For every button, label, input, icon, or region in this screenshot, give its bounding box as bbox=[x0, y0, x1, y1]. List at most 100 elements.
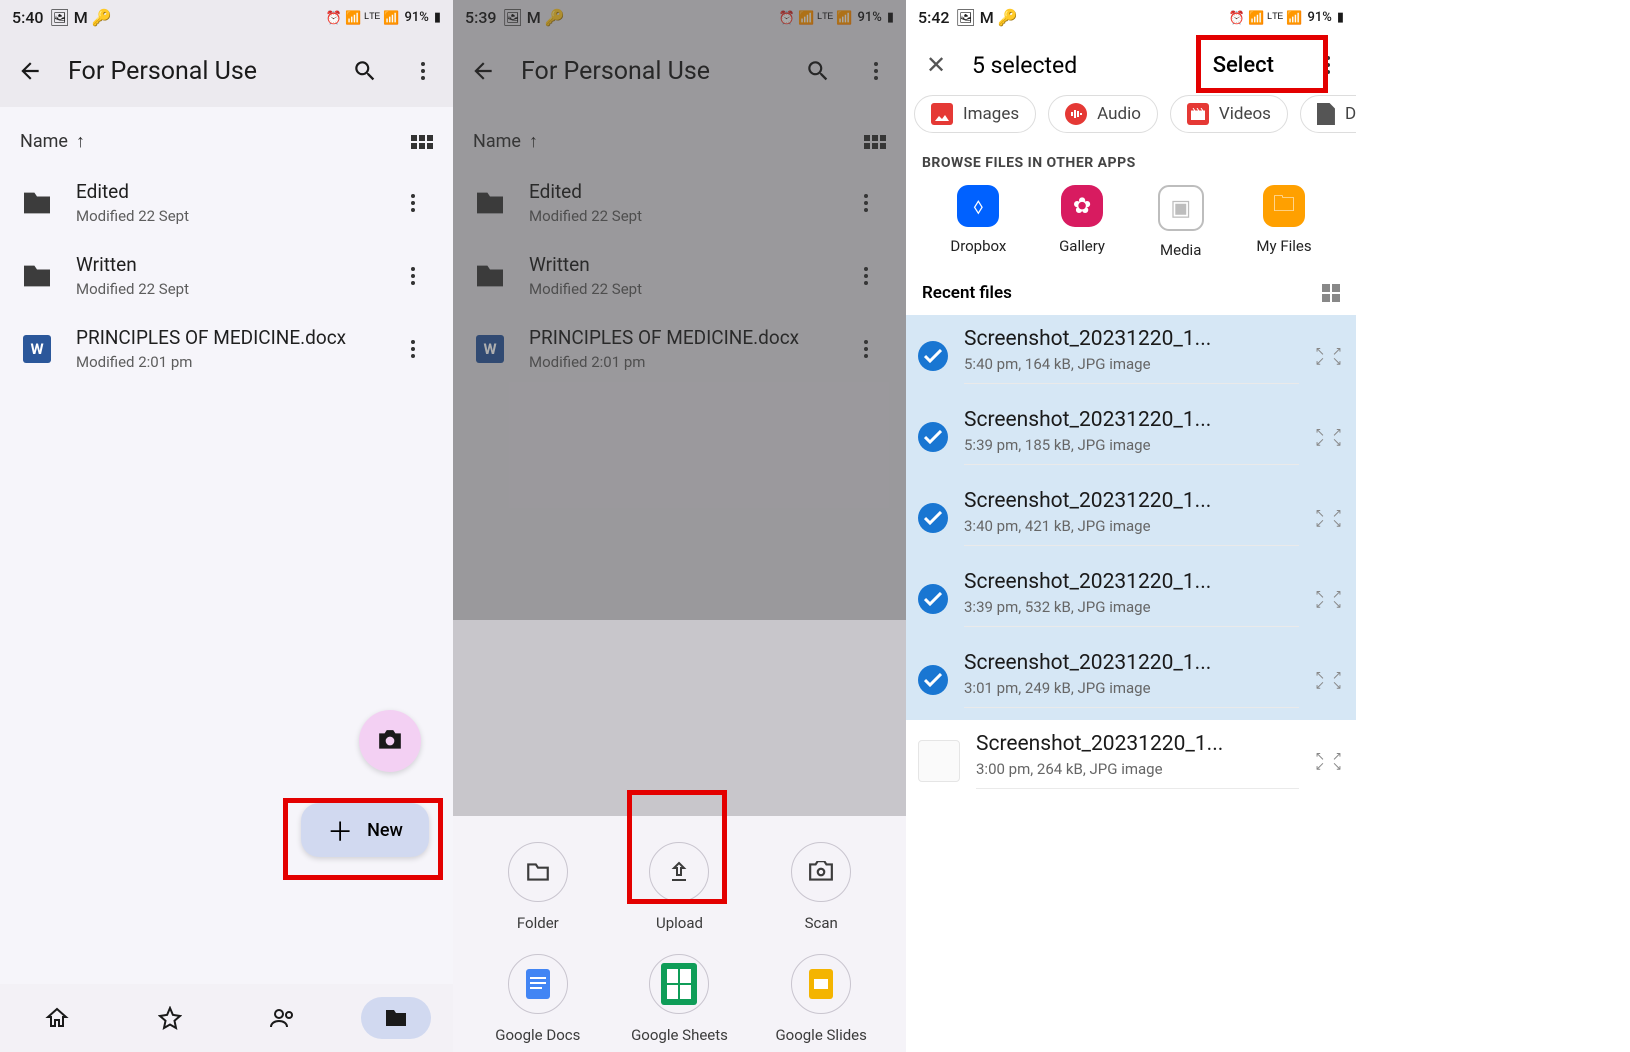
item-more-button[interactable] bbox=[846, 183, 886, 223]
filter-videos[interactable]: Videos bbox=[1170, 95, 1288, 133]
status-icons-left: 🖼 M 🔑 bbox=[503, 8, 565, 27]
recent-item[interactable]: Screenshot_20231220_1... 3:00 pm, 264 kB… bbox=[906, 720, 1356, 801]
expand-icon: ↖ ↗↙ ↘ bbox=[1315, 508, 1344, 528]
list-item[interactable]: W PRINCIPLES OF MEDICINE.docx Modified 2… bbox=[457, 312, 902, 385]
item-more-button[interactable] bbox=[393, 183, 433, 223]
checkmark-icon bbox=[918, 503, 948, 533]
recent-item[interactable]: Screenshot_20231220_1... 5:40 pm, 164 kB… bbox=[906, 315, 1356, 396]
filter-label: Images bbox=[963, 104, 1019, 124]
folder-icon bbox=[473, 189, 507, 217]
filter-row: Images Audio Videos Do bbox=[906, 91, 1356, 137]
view-toggle-button[interactable] bbox=[411, 135, 433, 149]
nav-home[interactable] bbox=[22, 997, 92, 1039]
fab-new-button[interactable]: ＋ New bbox=[301, 803, 429, 857]
app-label: Gallery bbox=[1059, 237, 1105, 255]
sheet-folder-button[interactable]: Folder bbox=[467, 842, 609, 932]
media-icon: ▣ bbox=[1158, 185, 1204, 231]
screen-new-sheet: 5:39 🖼 M 🔑 ⏰ 📶 ᴸᵀᴱ 📶 91% ▮ For Personal … bbox=[453, 0, 906, 1052]
sheet-slides-button[interactable]: Google Slides bbox=[750, 954, 892, 1044]
battery-icon: ▮ bbox=[434, 10, 441, 25]
app-grid: ⬨ Dropbox ✿ Gallery ▣ Media 🗀 My Files bbox=[906, 181, 1356, 271]
sort-button[interactable]: Name ↑ bbox=[473, 131, 538, 152]
checkmark-icon bbox=[918, 341, 948, 371]
back-button[interactable] bbox=[463, 51, 503, 91]
app-gallery[interactable]: ✿ Gallery bbox=[1059, 185, 1105, 259]
sheet-upload-button[interactable]: Upload bbox=[609, 842, 751, 932]
sort-button[interactable]: Name ↑ bbox=[20, 131, 85, 152]
sort-label: Name bbox=[473, 131, 521, 152]
status-icons-right: ⏰ 📶 ᴸᵀᴱ 📶 bbox=[779, 10, 853, 26]
word-doc-icon: W bbox=[473, 335, 507, 363]
file-name: PRINCIPLES OF MEDICINE.docx bbox=[529, 326, 824, 349]
expand-icon: ↖ ↗↙ ↘ bbox=[1315, 670, 1344, 690]
expand-icon: ↖ ↗↙ ↘ bbox=[1315, 427, 1344, 447]
recent-item[interactable]: Screenshot_20231220_1... 3:39 pm, 532 kB… bbox=[906, 558, 1356, 639]
filter-images[interactable]: Images bbox=[914, 95, 1036, 133]
gallery-icon: ✿ bbox=[1061, 185, 1103, 227]
search-button[interactable] bbox=[798, 51, 838, 91]
search-button[interactable] bbox=[345, 51, 385, 91]
view-toggle-button[interactable] bbox=[864, 135, 886, 149]
page-title: For Personal Use bbox=[521, 57, 780, 86]
folder-icon bbox=[20, 189, 54, 217]
sort-bar: Name ↑ bbox=[0, 107, 453, 166]
statusbar: 5:42 🖼 M 🔑 ⏰ 📶 ᴸᵀᴱ 📶 91% ▮ bbox=[906, 0, 1356, 35]
close-button[interactable]: ✕ bbox=[916, 45, 956, 85]
fab-new-label: New bbox=[367, 820, 403, 841]
statusbar: 5:40 🖼 M 🔑 ⏰ 📶 ᴸᵀᴱ 📶 91% ▮ bbox=[0, 0, 453, 35]
list-item[interactable]: Written Modified 22 Sept bbox=[457, 239, 902, 312]
filter-documents[interactable]: Do bbox=[1300, 95, 1356, 133]
list-item[interactable]: Edited Modified 22 Sept bbox=[457, 166, 902, 239]
recent-meta: 3:40 pm, 421 kB, JPG image bbox=[964, 517, 1299, 535]
sheet-sheets-button[interactable]: Google Sheets bbox=[609, 954, 751, 1044]
selection-count: 5 selected bbox=[972, 52, 1179, 79]
app-label: Media bbox=[1158, 241, 1204, 259]
item-more-button[interactable] bbox=[393, 329, 433, 369]
grid-view-button[interactable] bbox=[1322, 284, 1340, 302]
file-meta: Modified 22 Sept bbox=[529, 280, 824, 298]
item-more-button[interactable] bbox=[393, 256, 433, 296]
file-name: Written bbox=[76, 253, 371, 276]
sheet-label: Upload bbox=[656, 914, 703, 932]
myfiles-icon: 🗀 bbox=[1263, 185, 1305, 227]
nav-shared[interactable] bbox=[248, 997, 318, 1039]
nav-files[interactable] bbox=[361, 997, 431, 1039]
filter-audio[interactable]: Audio bbox=[1048, 95, 1158, 133]
videos-icon bbox=[1187, 103, 1209, 125]
folder-icon bbox=[473, 262, 507, 290]
recent-item[interactable]: Screenshot_20231220_1... 3:40 pm, 421 kB… bbox=[906, 477, 1356, 558]
list-item[interactable]: Written Modified 22 Sept bbox=[4, 239, 449, 312]
fab-camera-button[interactable] bbox=[359, 710, 421, 772]
status-time: 5:39 bbox=[465, 8, 497, 27]
recent-item[interactable]: Screenshot_20231220_1... 3:01 pm, 249 kB… bbox=[906, 639, 1356, 720]
more-button[interactable] bbox=[1308, 45, 1348, 85]
select-button[interactable]: Select bbox=[1195, 47, 1292, 84]
recent-meta: 3:00 pm, 264 kB, JPG image bbox=[976, 760, 1299, 778]
nav-starred[interactable] bbox=[135, 997, 205, 1039]
folder-icon bbox=[20, 262, 54, 290]
sheet-label: Folder bbox=[517, 914, 559, 932]
bottom-nav bbox=[0, 984, 453, 1052]
sheet-docs-button[interactable]: Google Docs bbox=[467, 954, 609, 1044]
more-button[interactable] bbox=[856, 51, 896, 91]
images-icon bbox=[931, 103, 953, 125]
file-list: Edited Modified 22 Sept Written Modified… bbox=[453, 166, 906, 385]
status-battery: 91% bbox=[1307, 10, 1331, 25]
app-myfiles[interactable]: 🗀 My Files bbox=[1256, 185, 1311, 259]
list-item[interactable]: Edited Modified 22 Sept bbox=[4, 166, 449, 239]
list-item[interactable]: W PRINCIPLES OF MEDICINE.docx Modified 2… bbox=[4, 312, 449, 385]
app-label: Dropbox bbox=[950, 237, 1006, 255]
status-icons-right: ⏰ 📶 ᴸᵀᴱ 📶 bbox=[326, 10, 400, 26]
item-more-button[interactable] bbox=[846, 256, 886, 296]
app-header: For Personal Use bbox=[0, 35, 453, 107]
back-button[interactable] bbox=[10, 51, 50, 91]
recent-item[interactable]: Screenshot_20231220_1... 5:39 pm, 185 kB… bbox=[906, 396, 1356, 477]
filter-label: Videos bbox=[1219, 104, 1271, 124]
sheet-scan-button[interactable]: Scan bbox=[750, 842, 892, 932]
file-meta: Modified 22 Sept bbox=[529, 207, 824, 225]
item-more-button[interactable] bbox=[846, 329, 886, 369]
app-dropbox[interactable]: ⬨ Dropbox bbox=[950, 185, 1006, 259]
filter-label: Do bbox=[1345, 104, 1356, 124]
app-media[interactable]: ▣ Media bbox=[1158, 185, 1204, 259]
more-button[interactable] bbox=[403, 51, 443, 91]
